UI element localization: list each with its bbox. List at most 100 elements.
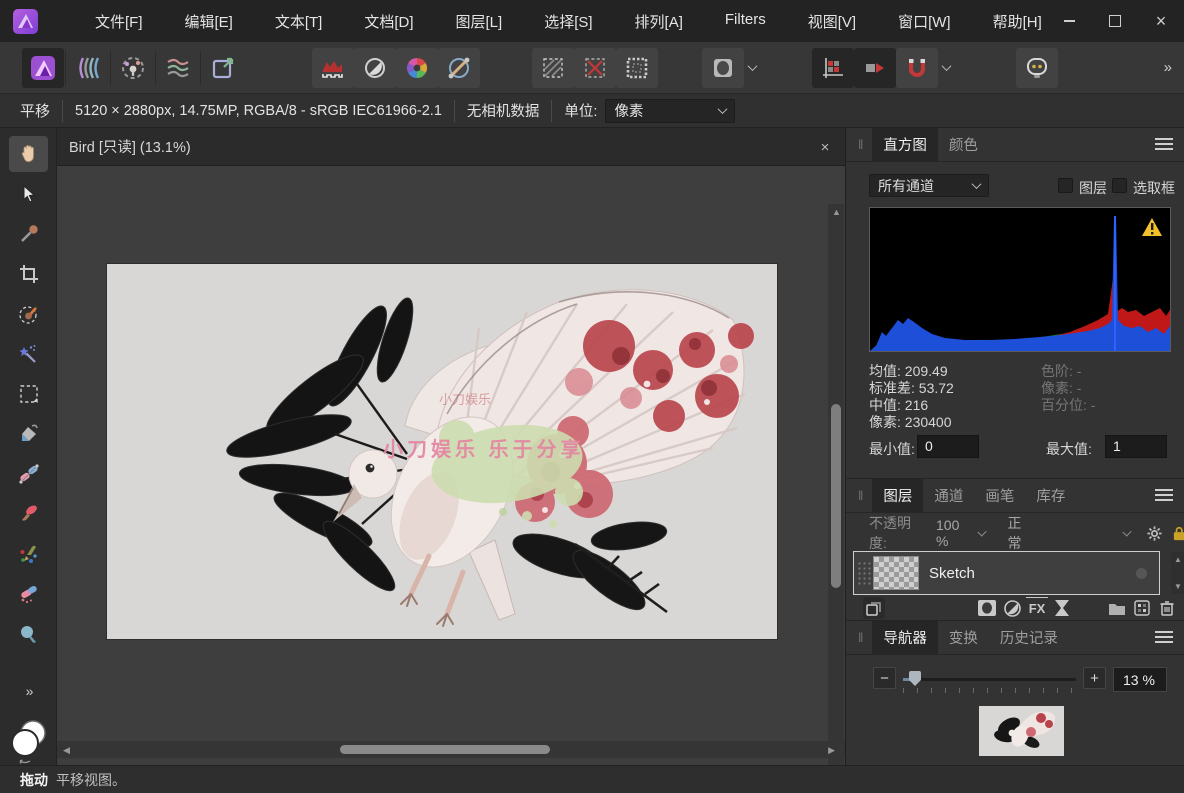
mask-layer-button[interactable] (976, 597, 998, 619)
auto-contrast-button[interactable] (354, 48, 396, 88)
lock-icon[interactable] (1173, 525, 1184, 542)
layers-scrollbar[interactable]: ▲▼ (1171, 552, 1184, 594)
channel-select[interactable]: 所有通道 (869, 174, 989, 197)
layer-effects-button[interactable]: FX (1026, 597, 1048, 619)
horizontal-scrollbar[interactable]: ◀ ▶ (57, 741, 845, 758)
crop-tool[interactable] (9, 256, 48, 292)
panel-grip-icon[interactable]: ‖ (858, 630, 864, 645)
histogram-chart[interactable] (869, 207, 1171, 352)
zoom-slider-handle[interactable] (909, 671, 921, 686)
more-tools-button[interactable]: » (9, 673, 48, 709)
alignment-button[interactable] (812, 48, 854, 88)
colour-swatches[interactable] (8, 718, 50, 766)
menu-layer[interactable]: 图层[L] (435, 1, 524, 42)
layer-visibility-toggle[interactable] (1136, 568, 1147, 579)
duplicate-linked-button[interactable] (863, 597, 885, 619)
group-layers-button[interactable] (1106, 597, 1128, 619)
vertical-scrollbar[interactable]: ▲ ▼ (828, 204, 844, 779)
tab-layers[interactable]: 图层 (872, 479, 923, 513)
chevron-down-icon[interactable] (1123, 527, 1132, 536)
insertion-order-button[interactable] (854, 48, 896, 88)
auto-colour-button[interactable] (396, 48, 438, 88)
min-value-field[interactable]: 0 (917, 435, 979, 458)
navigator-thumbnail[interactable] (979, 706, 1064, 756)
toolbar-overflow-button[interactable]: » (1164, 59, 1170, 76)
move-tool[interactable] (9, 176, 48, 212)
adjustment-layer-button[interactable] (1001, 597, 1023, 619)
zoom-out-button[interactable]: − (873, 667, 896, 689)
tab-history[interactable]: 历史记录 (989, 621, 1069, 655)
menu-arrange[interactable]: 排列[A] (614, 1, 704, 42)
layer-name[interactable]: Sketch (929, 565, 975, 582)
zoom-value-field[interactable]: 13 % (1113, 667, 1167, 692)
layer-row[interactable]: Sketch (854, 552, 1159, 594)
scroll-up-icon[interactable]: ▲ (1174, 555, 1182, 564)
tab-colour[interactable]: 颜色 (938, 128, 989, 162)
scroll-down-icon[interactable]: ▼ (1174, 582, 1182, 591)
document-tab[interactable]: Bird [只读] (13.1%) (69, 136, 191, 157)
pixel-tool[interactable] (9, 536, 48, 572)
horizontal-scroll-thumb[interactable] (340, 745, 550, 754)
flood-select-tool[interactable] (9, 336, 48, 372)
marquee-tool[interactable] (9, 376, 48, 412)
menu-select[interactable]: 选择[S] (523, 1, 613, 42)
minimize-button[interactable] (1046, 0, 1092, 42)
develop-persona-button[interactable] (112, 48, 154, 88)
tab-brushes[interactable]: 画笔 (974, 479, 1025, 513)
scroll-up-icon[interactable]: ▲ (832, 207, 841, 217)
tab-channels[interactable]: 通道 (923, 479, 974, 513)
scroll-right-icon[interactable]: ▶ (828, 745, 835, 756)
colour-picker-tool[interactable] (9, 216, 48, 252)
paint-brush-tool[interactable] (9, 496, 48, 532)
blend-options-gear-icon[interactable] (1147, 525, 1162, 542)
canvas-viewport[interactable]: 小刀娱乐 小刀娱乐 乐于分享 ▲ ▼ (57, 166, 845, 769)
auto-white-balance-button[interactable] (438, 48, 480, 88)
tab-transform[interactable]: 变换 (938, 621, 989, 655)
menu-file[interactable]: 文件[F] (74, 1, 164, 42)
tab-navigator[interactable]: 导航器 (872, 621, 938, 655)
menu-edit[interactable]: 编辑[E] (164, 1, 254, 42)
opacity-value[interactable]: 100 % (936, 517, 971, 549)
deselect-button[interactable] (574, 48, 616, 88)
tab-histogram[interactable]: 直方图 (872, 128, 938, 162)
menu-document[interactable]: 文档[D] (343, 1, 434, 42)
gradient-tool[interactable] (9, 456, 48, 492)
menu-filters[interactable]: Filters (704, 1, 787, 42)
marquee-checkbox[interactable] (1112, 178, 1127, 193)
layer-checkbox[interactable] (1058, 178, 1073, 193)
assistant-button[interactable] (1016, 48, 1058, 88)
maximize-button[interactable] (1092, 0, 1138, 42)
invert-selection-button[interactable] (616, 48, 658, 88)
photo-persona-button[interactable] (22, 48, 64, 88)
panel-menu-icon[interactable] (1155, 629, 1173, 645)
scroll-left-icon[interactable]: ◀ (63, 745, 70, 756)
zoom-slider[interactable] (903, 678, 1076, 681)
new-layer-button[interactable] (1131, 597, 1153, 619)
chevron-down-icon[interactable] (978, 527, 987, 536)
panel-menu-icon[interactable] (1155, 487, 1173, 503)
unit-select[interactable]: 像素 (605, 99, 735, 123)
menu-view[interactable]: 视图[V] (787, 1, 877, 42)
layer-thumbnail[interactable] (873, 556, 919, 590)
quick-mask-dropdown[interactable] (744, 48, 760, 88)
menu-text[interactable]: 文本[T] (254, 1, 344, 42)
blend-mode-value[interactable]: 正常 (1007, 513, 1032, 553)
selection-brush-tool[interactable] (9, 296, 48, 332)
panel-grip-icon[interactable]: ‖ (858, 137, 864, 152)
live-filter-button[interactable] (1051, 597, 1073, 619)
document-tab-close-icon[interactable]: × (815, 137, 835, 157)
export-persona-button[interactable] (202, 48, 244, 88)
liquify-persona-button[interactable] (67, 48, 109, 88)
tab-stock[interactable]: 库存 (1025, 479, 1076, 513)
menu-window[interactable]: 窗口[W] (877, 1, 972, 42)
panel-grip-icon[interactable]: ‖ (858, 488, 864, 503)
vertical-scroll-thumb[interactable] (831, 404, 841, 588)
panel-menu-icon[interactable] (1155, 136, 1173, 152)
fill-tool[interactable] (9, 416, 48, 452)
view-tool[interactable] (9, 136, 48, 172)
delete-layer-button[interactable] (1156, 597, 1178, 619)
quick-mask-button[interactable] (702, 48, 744, 88)
smudge-tool[interactable] (9, 616, 48, 652)
snapping-dropdown[interactable] (938, 48, 954, 88)
eraser-tool[interactable] (9, 576, 48, 612)
